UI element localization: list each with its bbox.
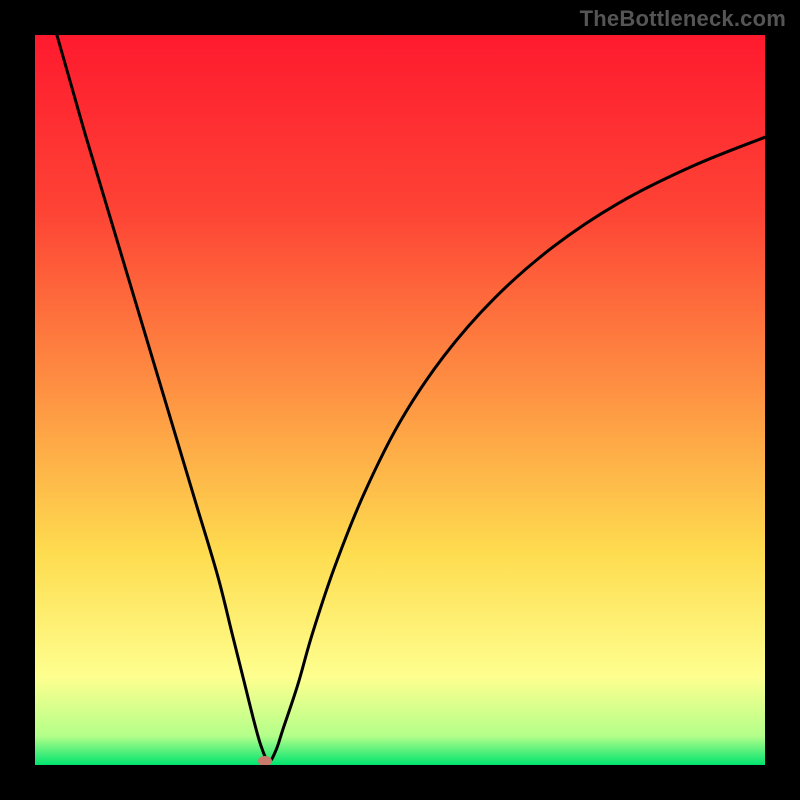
plot-area bbox=[35, 35, 765, 765]
bottleneck-curve bbox=[57, 35, 765, 761]
curve-svg bbox=[35, 35, 765, 765]
optimal-marker bbox=[258, 756, 272, 765]
watermark-label: TheBottleneck.com bbox=[580, 6, 786, 32]
chart-container: TheBottleneck.com bbox=[0, 0, 800, 800]
